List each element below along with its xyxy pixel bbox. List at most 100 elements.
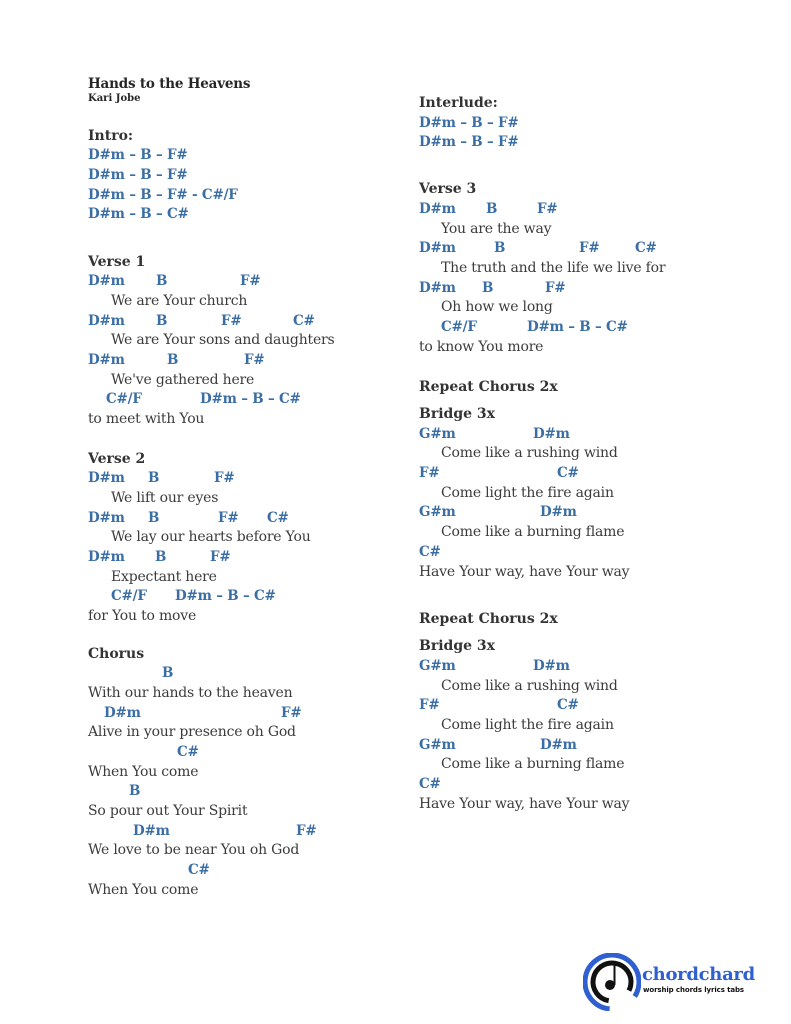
lyric-line: The truth and the life we live for [441,260,666,276]
lyric-line: Come light the fire again [441,485,614,501]
chord: F# [579,240,600,256]
chord-line: D#m – B – F# - C#/F [88,187,238,203]
chord: F# [240,273,261,289]
chord: C#/F [441,319,477,335]
chord: D#m [88,313,125,329]
lyric-line: Come like a rushing wind [441,678,618,694]
music-note-disc-icon [583,953,641,1011]
section-heading: Chorus [88,646,145,662]
chord: B [156,313,168,329]
lyric-line: Expectant here [111,569,217,585]
chord-line: D#m – B – F# [88,147,188,163]
chord: D#m [88,510,125,526]
chord: D#m – B – C# [200,391,301,407]
lyric-line: So pour out Your Spirit [88,803,248,819]
lyric-line: We've gathered here [111,372,255,388]
chord: B [482,280,494,296]
chord: G#m [419,658,456,674]
chord: D#m [104,705,141,721]
lyric-line: Have Your way, have Your way [419,796,630,812]
chord: B [162,665,174,681]
chord: B [155,549,167,565]
lyric-line: When You come [88,764,199,780]
chord: D#m [419,280,456,296]
chord: F# [210,549,231,565]
repeat-chorus-label: Repeat Chorus 2x [419,379,558,395]
lyric-line: to know You more [419,339,544,355]
chord: F# [244,352,265,368]
chord: D#m – B – C# [527,319,628,335]
chord: D#m [540,504,577,520]
lyric-line: Come light the fire again [441,717,614,733]
chord: C# [635,240,657,256]
chord: G#m [419,504,456,520]
chordchard-logo[interactable]: chordchard worship chords lyrics tabs [583,953,763,1011]
lyric-line: Alive in your presence oh God [88,724,296,740]
song-artist: Kari Jobe [88,93,141,104]
chord-line: D#m – B – F# [419,115,519,131]
logo-name: chordchard [642,964,755,985]
section-heading: Interlude: [419,95,498,111]
chord: D#m [540,737,577,753]
song-title: Hands to the Heavens [88,76,251,92]
chord: B [167,352,179,368]
chord: D#m [88,352,125,368]
chord-line: D#m – B – F# [88,167,188,183]
lyric-line: Come like a rushing wind [441,445,618,461]
chord: F# [537,201,558,217]
chord: C#/F [111,588,147,604]
lyric-line: We lay our hearts before You [111,529,311,545]
chord: F# [218,510,239,526]
lyric-line: We lift our eyes [111,490,219,506]
lyric-line: With our hands to the heaven [88,685,293,701]
lyric-line: Come like a burning flame [441,756,625,772]
chord-line: D#m – B – C# [88,206,189,222]
chord: C# [267,510,289,526]
chord: F# [281,705,302,721]
chord: D#m [419,201,456,217]
chord: C# [557,465,579,481]
chord: C# [188,862,210,878]
chord: D#m [533,426,570,442]
chord: B [148,510,160,526]
logo-tagline: worship chords lyrics tabs [643,986,744,994]
chord: F# [545,280,566,296]
lyric-line: We are Your sons and daughters [111,332,335,348]
chord: F# [419,697,440,713]
lyric-line: You are the way [441,221,552,237]
lyric-line: We are Your church [111,293,248,309]
chord: C# [177,744,199,760]
lyric-line: Come like a burning flame [441,524,625,540]
chord: F# [296,823,317,839]
chord: D#m [88,549,125,565]
chord: B [494,240,506,256]
section-heading: Verse 1 [88,254,146,270]
chord: F# [419,465,440,481]
chord: G#m [419,426,456,442]
chord: B [486,201,498,217]
chord: F# [221,313,242,329]
section-heading: Bridge 3x [419,638,495,654]
lyric-line: for You to move [88,608,197,624]
chord: D#m [533,658,570,674]
chord: B [129,783,141,799]
chord: C#/F [106,391,142,407]
chord: D#m [88,470,125,486]
chord: C# [419,544,441,560]
chord: B [156,273,168,289]
chord: C# [419,776,441,792]
chord: C# [557,697,579,713]
lyric-line: to meet with You [88,411,205,427]
lyric-line: We love to be near You oh God [88,842,300,858]
chord: D#m [419,240,456,256]
chord: D#m – B – C# [175,588,276,604]
chord-line: D#m – B – F# [419,134,519,150]
chord: B [148,470,160,486]
chord: D#m [133,823,170,839]
chord: C# [293,313,315,329]
lyric-line: Oh how we long [441,299,553,315]
section-heading: Intro: [88,128,134,144]
lyric-line: When You come [88,882,199,898]
chord: D#m [88,273,125,289]
section-heading: Verse 2 [88,451,146,467]
